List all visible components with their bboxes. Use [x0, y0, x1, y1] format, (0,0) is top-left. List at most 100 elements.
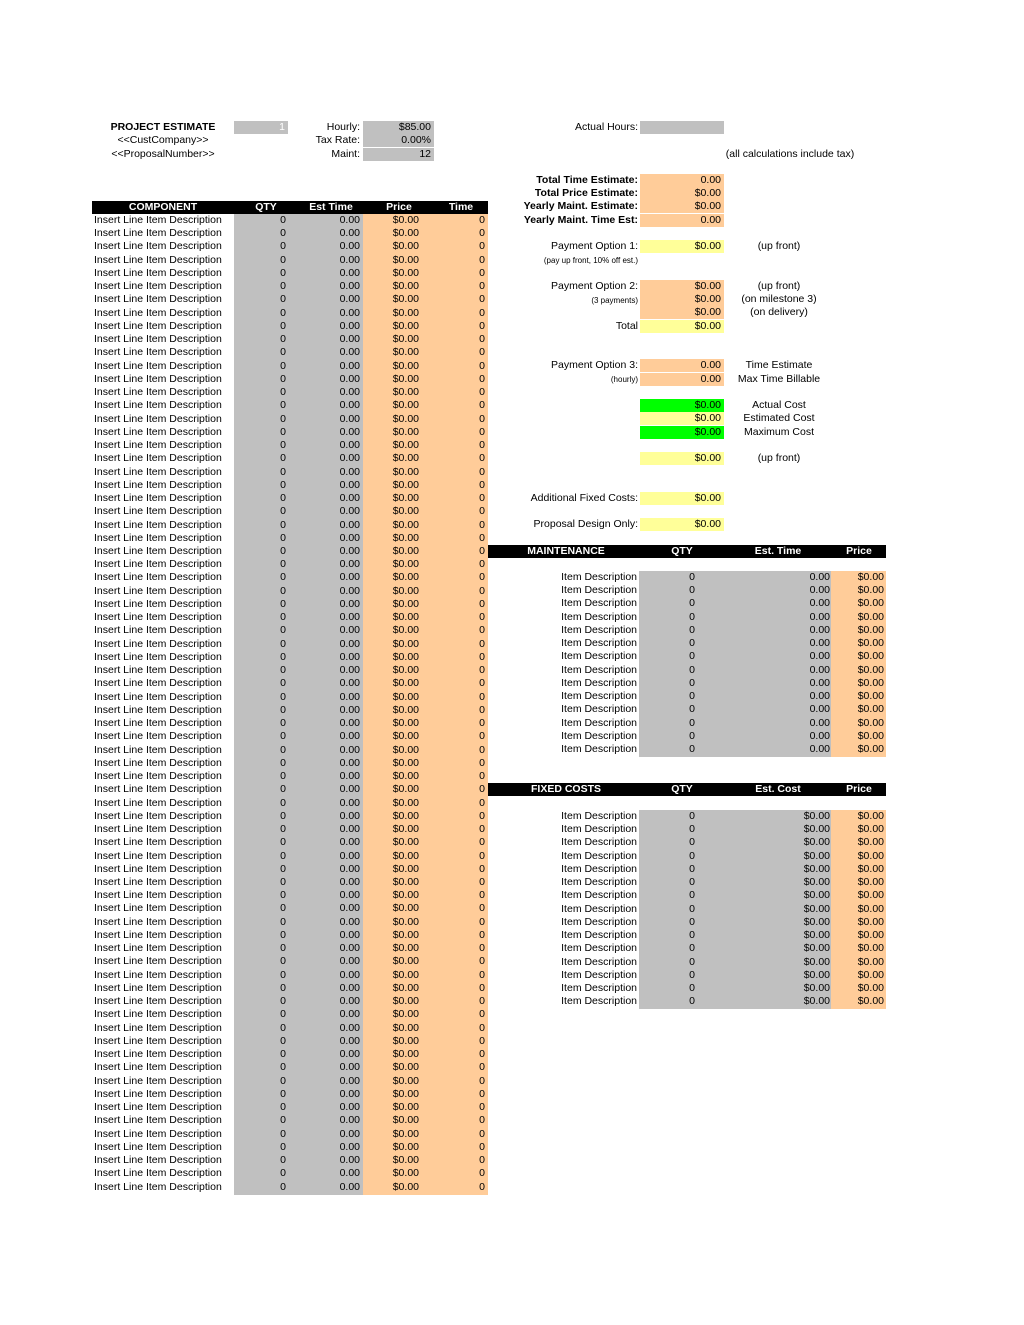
line-item-qty[interactable]: 0	[234, 743, 298, 758]
line-item-est-time[interactable]: 0.00	[298, 558, 363, 573]
line-item-qty[interactable]: 0	[234, 439, 298, 454]
line-item-description[interactable]: Insert Line Item Description	[94, 1114, 234, 1127]
line-item-est-time[interactable]: 0.00	[298, 889, 363, 904]
line-item-qty[interactable]: 0	[234, 346, 298, 361]
line-item-description[interactable]: Insert Line Item Description	[94, 558, 234, 571]
line-item-description[interactable]: Insert Line Item Description	[94, 611, 234, 624]
line-item-description[interactable]: Insert Line Item Description	[94, 624, 234, 637]
line-item-qty[interactable]: 0	[234, 677, 298, 692]
line-item-qty[interactable]: 0	[234, 876, 298, 890]
line-item-description[interactable]: Insert Line Item Description	[94, 452, 234, 465]
line-item-description[interactable]: Insert Line Item Description	[94, 307, 234, 320]
maintenance-description[interactable]: Item Description	[490, 650, 638, 663]
maintenance-description[interactable]: Item Description	[490, 637, 638, 650]
maintenance-qty[interactable]: 0	[639, 743, 723, 758]
line-item-description[interactable]: Insert Line Item Description	[94, 386, 234, 399]
fixed-cost-qty[interactable]: 0	[639, 982, 723, 997]
line-item-est-time[interactable]: 0.00	[298, 465, 363, 480]
line-item-qty[interactable]: 0	[234, 637, 298, 652]
line-item-qty[interactable]: 0	[234, 981, 298, 996]
fixed-cost-description[interactable]: Item Description	[490, 903, 638, 916]
line-item-est-time[interactable]: 0.00	[298, 862, 363, 877]
maintenance-est-time[interactable]: 0.00	[723, 597, 831, 612]
fixed-cost-est-cost[interactable]: $0.00	[723, 889, 831, 904]
line-item-est-time[interactable]: 0.00	[298, 439, 363, 454]
line-item-description[interactable]: Insert Line Item Description	[94, 413, 234, 426]
line-item-est-time[interactable]: 0.00	[298, 452, 363, 467]
line-item-qty[interactable]: 0	[234, 1180, 298, 1195]
line-item-est-time[interactable]: 0.00	[298, 836, 363, 851]
fixed-cost-description[interactable]: Item Description	[490, 982, 638, 995]
maintenance-description[interactable]: Item Description	[490, 730, 638, 743]
fixed-cost-description[interactable]: Item Description	[490, 823, 638, 836]
line-item-description[interactable]: Insert Line Item Description	[94, 1061, 234, 1074]
fixed-cost-qty[interactable]: 0	[639, 849, 723, 864]
fixed-cost-description[interactable]: Item Description	[490, 942, 638, 955]
fixed-cost-description[interactable]: Item Description	[490, 889, 638, 902]
maintenance-qty[interactable]: 0	[639, 729, 723, 744]
line-item-description[interactable]: Insert Line Item Description	[94, 1154, 234, 1167]
maintenance-description[interactable]: Item Description	[490, 584, 638, 597]
line-item-qty[interactable]: 0	[234, 227, 298, 242]
line-item-description[interactable]: Insert Line Item Description	[94, 717, 234, 730]
line-item-est-time[interactable]: 0.00	[298, 783, 363, 798]
line-item-est-time[interactable]: 0.00	[298, 677, 363, 692]
line-item-qty[interactable]: 0	[234, 571, 298, 586]
line-item-description[interactable]: Insert Line Item Description	[94, 876, 234, 889]
line-item-est-time[interactable]: 0.00	[298, 1127, 363, 1142]
maintenance-qty[interactable]: 0	[639, 703, 723, 718]
line-item-qty[interactable]: 0	[234, 770, 298, 785]
line-item-description[interactable]: Insert Line Item Description	[94, 360, 234, 373]
line-item-description[interactable]: Insert Line Item Description	[94, 969, 234, 982]
actual-hours-field[interactable]	[640, 121, 724, 134]
line-item-description[interactable]: Insert Line Item Description	[94, 638, 234, 651]
line-item-qty[interactable]: 0	[234, 280, 298, 295]
fixed-cost-qty[interactable]: 0	[639, 942, 723, 957]
fixed-cost-qty[interactable]: 0	[639, 836, 723, 851]
line-item-qty[interactable]: 0	[234, 823, 298, 838]
line-item-description[interactable]: Insert Line Item Description	[94, 902, 234, 915]
fixed-cost-est-cost[interactable]: $0.00	[723, 849, 831, 864]
fixed-cost-qty[interactable]: 0	[639, 968, 723, 983]
line-item-description[interactable]: Insert Line Item Description	[94, 850, 234, 863]
maintenance-qty[interactable]: 0	[639, 690, 723, 705]
fixed-cost-est-cost[interactable]: $0.00	[723, 955, 831, 970]
line-item-qty[interactable]: 0	[234, 452, 298, 467]
line-item-description[interactable]: Insert Line Item Description	[94, 836, 234, 849]
line-item-qty[interactable]: 0	[234, 253, 298, 268]
line-item-qty[interactable]: 0	[234, 955, 298, 970]
maintenance-est-time[interactable]: 0.00	[723, 610, 831, 625]
line-item-qty[interactable]: 0	[234, 545, 298, 559]
line-item-qty[interactable]: 0	[234, 597, 298, 612]
line-item-est-time[interactable]: 0.00	[298, 1021, 363, 1036]
maintenance-description[interactable]: Item Description	[490, 717, 638, 730]
line-item-description[interactable]: Insert Line Item Description	[94, 1088, 234, 1101]
line-item-description[interactable]: Insert Line Item Description	[94, 916, 234, 929]
line-item-qty[interactable]: 0	[234, 796, 298, 811]
line-item-qty[interactable]: 0	[234, 386, 298, 401]
line-item-description[interactable]: Insert Line Item Description	[94, 744, 234, 757]
line-item-qty[interactable]: 0	[234, 942, 298, 957]
line-item-qty[interactable]: 0	[234, 889, 298, 904]
line-item-qty[interactable]: 0	[234, 1154, 298, 1169]
maintenance-qty[interactable]: 0	[639, 597, 723, 612]
line-item-description[interactable]: Insert Line Item Description	[94, 1167, 234, 1180]
fixed-cost-est-cost[interactable]: $0.00	[723, 836, 831, 851]
line-item-qty[interactable]: 0	[234, 1087, 298, 1102]
line-item-est-time[interactable]: 0.00	[298, 412, 363, 427]
maintenance-qty[interactable]: 0	[639, 650, 723, 665]
line-item-qty[interactable]: 0	[234, 624, 298, 639]
fixed-cost-est-cost[interactable]: $0.00	[723, 929, 831, 944]
line-item-description[interactable]: Insert Line Item Description	[94, 942, 234, 955]
fixed-cost-qty[interactable]: 0	[639, 915, 723, 930]
line-item-est-time[interactable]: 0.00	[298, 743, 363, 758]
line-item-est-time[interactable]: 0.00	[298, 531, 363, 546]
line-item-qty[interactable]: 0	[234, 518, 298, 533]
line-item-qty[interactable]: 0	[234, 703, 298, 718]
maintenance-qty[interactable]: 0	[639, 610, 723, 625]
line-item-qty[interactable]: 0	[234, 995, 298, 1010]
line-item-description[interactable]: Insert Line Item Description	[94, 823, 234, 836]
line-item-description[interactable]: Insert Line Item Description	[94, 532, 234, 545]
line-item-est-time[interactable]: 0.00	[298, 266, 363, 281]
fixed-cost-est-cost[interactable]: $0.00	[723, 968, 831, 983]
